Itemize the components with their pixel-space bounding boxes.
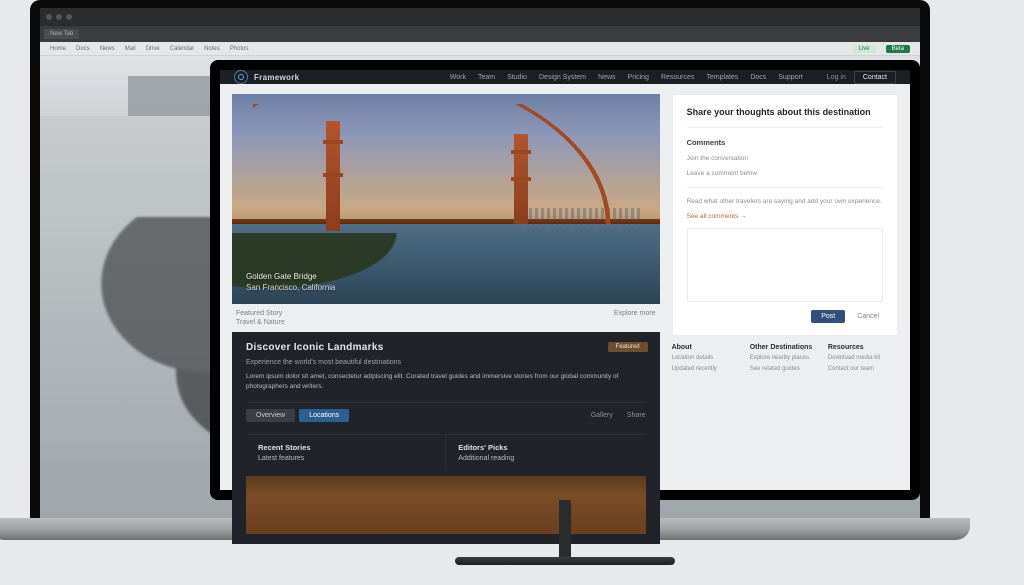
nav-item[interactable]: Support: [778, 74, 803, 81]
panel-section: Comments: [687, 138, 883, 147]
bookmark[interactable]: Drive: [146, 46, 160, 52]
bookmark[interactable]: News: [100, 46, 115, 52]
login-link[interactable]: Log in: [827, 74, 846, 81]
post-button[interactable]: Post: [811, 310, 845, 323]
bookmark[interactable]: Mail: [125, 46, 136, 52]
card-columns: Recent Stories Latest features Editors' …: [246, 434, 646, 470]
browser-tabs: New Tab: [40, 26, 920, 42]
card-tabs: Overview Locations Gallery Share: [246, 402, 646, 422]
nav-item[interactable]: Resources: [661, 74, 694, 81]
comments-panel: Share your thoughts about this destinati…: [672, 94, 898, 336]
hero-image: Golden Gate Bridge San Francisco, Califo…: [232, 94, 660, 304]
site-header: Framework Work Team Studio Design System…: [220, 70, 910, 84]
bookmark[interactable]: Home: [50, 46, 66, 52]
card-image-block: [246, 476, 646, 534]
primary-nav: Work Team Studio Design System News Pric…: [450, 74, 803, 81]
col-text: Additional reading: [458, 455, 514, 462]
hero-subtitle: San Francisco, California: [246, 283, 335, 294]
nav-item[interactable]: Design System: [539, 74, 586, 81]
bookmark[interactable]: Calendar: [170, 46, 194, 52]
browser-titlebar: [40, 8, 920, 26]
bookmark[interactable]: Photos: [230, 46, 249, 52]
panel-muted: Join the conversation: [687, 155, 883, 162]
window-dot: [66, 14, 72, 20]
panel-body: Read what other travelers are saying and…: [687, 198, 883, 205]
see-all-link[interactable]: See all comments →: [687, 213, 883, 220]
status-pill: Beta: [886, 45, 910, 53]
nav-item[interactable]: Docs: [750, 74, 766, 81]
bookmark[interactable]: Notes: [204, 46, 220, 52]
info-row: About Location details Updated recently …: [672, 344, 898, 374]
nav-item[interactable]: Pricing: [628, 74, 649, 81]
hero-title: Golden Gate Bridge: [246, 272, 335, 283]
monitor-foot: [455, 557, 675, 565]
tab-locations[interactable]: Locations: [299, 409, 349, 422]
window-dot: [46, 14, 52, 20]
col-title: Editors' Picks: [458, 443, 633, 452]
status-pill: Live: [853, 45, 876, 53]
globe-icon: [234, 70, 248, 84]
info-text: See related guides: [750, 365, 820, 373]
panel-actions: Post Cancel: [687, 310, 883, 323]
explore-link[interactable]: Explore more: [614, 310, 656, 317]
nav-item[interactable]: News: [598, 74, 616, 81]
info-heading: Resources: [828, 344, 898, 351]
info-text: Location details: [672, 354, 742, 362]
nav-item[interactable]: Templates: [706, 74, 738, 81]
meta-label: Travel & Nature: [236, 319, 285, 326]
window-dot: [56, 14, 62, 20]
feature-card: Featured Discover Iconic Landmarks Exper…: [232, 332, 660, 544]
info-col: Resources Download media kit Contact our…: [828, 344, 898, 374]
hero-caption: Golden Gate Bridge San Francisco, Califo…: [246, 272, 335, 294]
bookmark[interactable]: Docs: [76, 46, 90, 52]
info-col: About Location details Updated recently: [672, 344, 742, 374]
info-heading: Other Destinations: [750, 344, 820, 351]
card-title: Discover Iconic Landmarks: [246, 342, 646, 353]
front-monitor: Framework Work Team Studio Design System…: [210, 60, 920, 500]
info-text: Explore nearby places: [750, 354, 820, 362]
card-col: Editors' Picks Additional reading: [445, 434, 645, 470]
col-text: Latest features: [258, 455, 304, 462]
brand-name: Framework: [254, 73, 299, 82]
brand[interactable]: Framework: [234, 70, 299, 84]
hero-meta: Featured Story Travel & Nature Explore m…: [232, 304, 660, 326]
meta-label: Featured Story: [236, 310, 285, 317]
side-column: Share your thoughts about this destinati…: [672, 94, 898, 544]
card-subtitle: Experience the world's most beautiful de…: [246, 359, 646, 366]
cancel-button[interactable]: Cancel: [853, 310, 883, 323]
comment-field[interactable]: [687, 228, 883, 302]
monitor-stand: [559, 500, 571, 560]
info-text: Download media kit: [828, 354, 898, 362]
nav-item[interactable]: Work: [450, 74, 466, 81]
info-text: Contact our team: [828, 365, 898, 373]
contact-button[interactable]: Contact: [854, 71, 896, 84]
card-col: Recent Stories Latest features: [246, 434, 445, 470]
info-text: Updated recently: [672, 365, 742, 373]
tab-link[interactable]: Gallery: [591, 412, 613, 419]
panel-muted: Leave a comment below: [687, 170, 883, 177]
tab-overview[interactable]: Overview: [246, 409, 295, 422]
content: Golden Gate Bridge San Francisco, Califo…: [220, 84, 910, 554]
main-column: Golden Gate Bridge San Francisco, Califo…: [232, 94, 660, 544]
info-heading: About: [672, 344, 742, 351]
monitor-screen: Framework Work Team Studio Design System…: [220, 70, 910, 490]
featured-chip: Featured: [608, 342, 648, 352]
panel-title: Share your thoughts about this destinati…: [687, 107, 883, 117]
nav-item[interactable]: Team: [478, 74, 495, 81]
nav-item[interactable]: Studio: [507, 74, 527, 81]
card-body: Lorem ipsum dolor sit amet, consectetur …: [246, 372, 646, 392]
bookmark-bar: Home Docs News Mail Drive Calendar Notes…: [40, 42, 920, 56]
tab-link[interactable]: Share: [627, 412, 646, 419]
col-title: Recent Stories: [258, 443, 433, 452]
info-col: Other Destinations Explore nearby places…: [750, 344, 820, 374]
header-actions: Log in Contact: [827, 71, 896, 84]
browser-tab[interactable]: New Tab: [44, 29, 79, 39]
